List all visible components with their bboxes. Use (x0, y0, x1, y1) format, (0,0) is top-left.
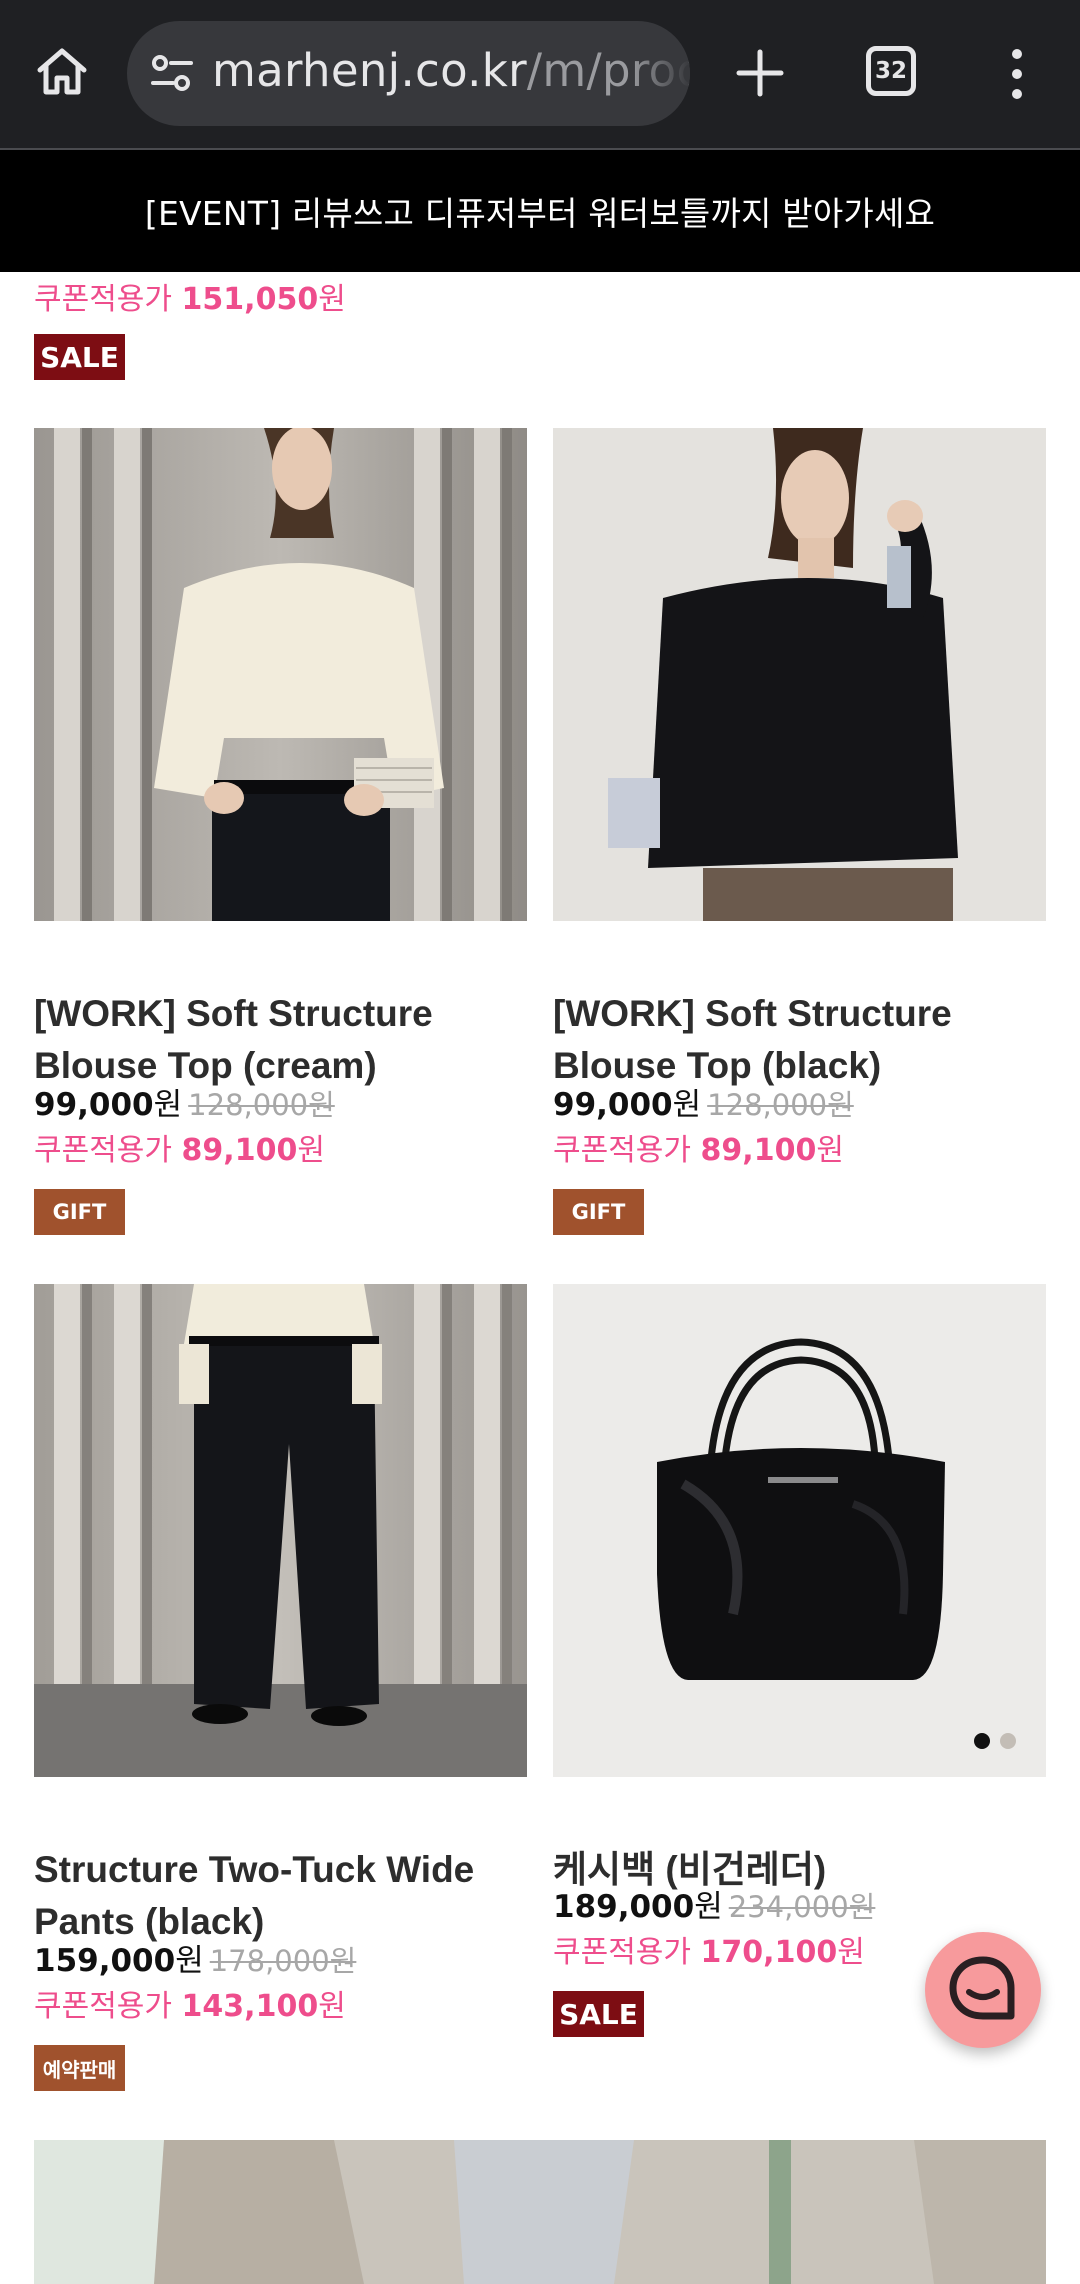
coupon-label: 쿠폰적용가 (553, 1935, 691, 1970)
product-photo-cream-blouse (34, 428, 527, 921)
product-photo-black-blouse (553, 428, 1046, 921)
product-image[interactable] (34, 1284, 527, 1777)
currency: 원 (297, 1133, 325, 1168)
more-vert-icon[interactable] (1000, 44, 1034, 104)
gift-badge: GIFT (34, 1189, 125, 1235)
url-text: marhenj.co.kr/m/proc (212, 44, 690, 97)
product-photo-beige-jacket (34, 2140, 1046, 2284)
sale-badge: SALE (553, 1991, 644, 2037)
currency: 원 (175, 1943, 204, 1979)
chat-button[interactable] (925, 1932, 1041, 2048)
coupon-price: 쿠폰적용가 89,100원 (34, 1125, 325, 1169)
product-card[interactable]: [WORK] Soft Structure Blouse Top (black)… (553, 428, 1046, 1235)
coupon-label: 쿠폰적용가 (34, 1989, 172, 2024)
product-name[interactable]: [WORK] Soft Structure Blouse Top (black) (553, 988, 1053, 1092)
currency: 원 (672, 1087, 702, 1123)
original-price: 128,000원 (188, 1088, 335, 1122)
product-price: 159,000원 178,000원 (34, 1935, 356, 1980)
coupon-amount: 143,100 (181, 1989, 319, 2024)
carousel-dot[interactable] (1000, 1733, 1016, 1749)
coupon-amount: 89,100 (700, 1133, 817, 1168)
currency: 원 (837, 1935, 865, 1970)
coupon-amount: 89,100 (181, 1133, 298, 1168)
carousel-dot-active[interactable] (974, 1733, 990, 1749)
product-card[interactable]: Structure Two-Tuck Wide Pants (black) 15… (34, 1284, 527, 2091)
sale-price: 99,000 (34, 1087, 154, 1123)
url-host: marhenj.co.kr (212, 44, 527, 97)
chat-icon (949, 1956, 1015, 2020)
original-price: 234,000원 (728, 1890, 876, 1924)
coupon-price: 쿠폰적용가 143,100원 (34, 1981, 346, 2025)
sale-price: 189,000 (553, 1889, 695, 1925)
preorder-badge: 예약판매 (34, 2045, 125, 2091)
coupon-label: 쿠폰적용가 (34, 282, 172, 317)
tab-switcher-icon[interactable]: 32 (866, 46, 916, 96)
home-icon[interactable] (32, 42, 92, 102)
plus-icon[interactable] (731, 44, 789, 102)
coupon-price: 쿠폰적용가 89,100원 (553, 1125, 844, 1169)
coupon-amount: 170,100 (700, 1935, 838, 1970)
original-price: 178,000원 (209, 1944, 357, 1978)
product-name[interactable]: [WORK] Soft Structure Blouse Top (cream) (34, 988, 534, 1092)
coupon-amount: 151,050 (181, 282, 319, 317)
product-card[interactable]: [WORK] Soft Structure Blouse Top (cream)… (34, 428, 527, 1235)
image-carousel-dots[interactable] (974, 1733, 1016, 1749)
gift-badge: GIFT (553, 1189, 644, 1235)
product-photo-black-pants (34, 1284, 527, 1777)
currency: 원 (318, 282, 346, 317)
event-banner[interactable]: [EVENT] 리뷰쓰고 디퓨저부터 워터보틀까지 받아가세요 (0, 150, 1080, 272)
browser-toolbar: marhenj.co.kr/m/proc 32 (0, 0, 1080, 148)
product-name[interactable]: Structure Two-Tuck Wide Pants (black) (34, 1844, 534, 1948)
address-bar[interactable]: marhenj.co.kr/m/proc (127, 21, 690, 126)
product-image[interactable] (553, 1284, 1046, 1777)
tune-icon[interactable] (149, 51, 195, 97)
product-image[interactable] (553, 428, 1046, 921)
product-image[interactable] (34, 428, 527, 921)
coupon-price: 쿠폰적용가 170,100원 (553, 1927, 865, 1971)
product-image[interactable] (34, 2140, 1046, 2284)
sale-badge: SALE (34, 334, 125, 380)
sale-price: 99,000 (553, 1087, 673, 1123)
coupon-price: 쿠폰적용가 151,050원 (34, 274, 346, 318)
product-price: 99,000원 128,000원 (553, 1079, 854, 1124)
currency: 원 (153, 1087, 183, 1123)
product-price: 99,000원 128,000원 (34, 1079, 335, 1124)
product-card[interactable]: 케시백 (비건레더) 189,000원 234,000원 쿠폰적용가 170,10… (553, 1284, 1046, 2037)
currency: 원 (694, 1889, 723, 1925)
sale-price: 159,000 (34, 1943, 176, 1979)
currency: 원 (816, 1133, 844, 1168)
coupon-label: 쿠폰적용가 (34, 1133, 172, 1168)
original-price: 128,000원 (707, 1088, 854, 1122)
product-price: 189,000원 234,000원 (553, 1881, 875, 1926)
currency: 원 (318, 1989, 346, 2024)
product-photo-black-bag (553, 1284, 1046, 1777)
coupon-label: 쿠폰적용가 (553, 1133, 691, 1168)
